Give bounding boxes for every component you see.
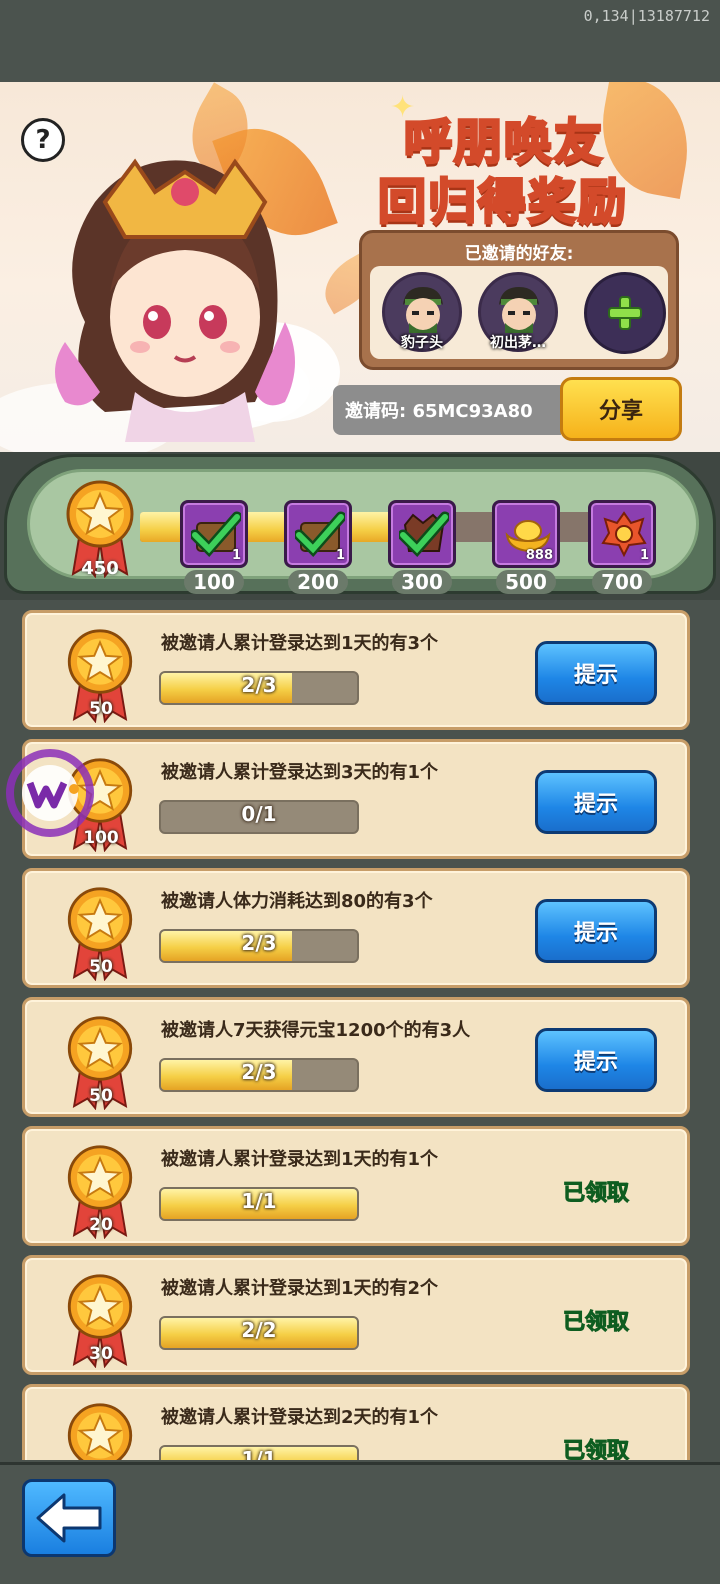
milestone-count: 1 bbox=[231, 548, 241, 563]
task-row: 被邀请人累计登录达到2天的有1个 1/1 已领取 bbox=[22, 1384, 690, 1460]
claimed-label: 已领取 bbox=[562, 1310, 629, 1336]
task-progress-text: 1/1 bbox=[241, 1447, 277, 1460]
task-progress-bar: 2/3 bbox=[159, 1058, 359, 1092]
milestone-points: 700 bbox=[592, 570, 652, 594]
task-points: 20 bbox=[89, 1215, 113, 1235]
invite-banner: ? ✦ 呼朋唤友 回归得奖励 已邀请的好友: 豹子头 初出茅… 邀请码: 65M… bbox=[0, 82, 720, 452]
task-progress-text: 2/3 bbox=[241, 931, 277, 955]
hint-button[interactable]: 提示 bbox=[535, 899, 657, 963]
milestone-chest[interactable] bbox=[388, 500, 456, 568]
task-progress-text: 2/3 bbox=[241, 673, 277, 697]
milestone-points: 100 bbox=[184, 570, 244, 594]
task-description: 被邀请人体力消耗达到80的有3个 bbox=[161, 891, 433, 912]
task-description: 被邀请人累计登录达到1天的有1个 bbox=[161, 1149, 439, 1170]
task-progress-bar: 2/3 bbox=[159, 671, 359, 705]
task-progress-bar: 2/3 bbox=[159, 929, 359, 963]
task-points: 50 bbox=[89, 1086, 113, 1106]
task-progress-text: 2/3 bbox=[241, 1060, 277, 1084]
friend-name: 豹子头 bbox=[401, 335, 443, 351]
friends-list: 豹子头 初出茅… bbox=[370, 266, 668, 359]
task-progress-bar: 0/1 bbox=[159, 800, 359, 834]
avatar-face-icon bbox=[499, 287, 539, 333]
task-row: 50 被邀请人累计登录达到1天的有3个 2/3 提示 bbox=[22, 610, 690, 730]
task-description: 被邀请人累计登录达到1天的有2个 bbox=[161, 1278, 439, 1299]
task-progress-bar: 2/2 bbox=[159, 1316, 359, 1350]
milestone-emblem[interactable]: 1 bbox=[588, 500, 656, 568]
coords-readout: 0,134|13187712 bbox=[583, 7, 710, 25]
share-button[interactable]: 分享 bbox=[560, 377, 682, 441]
claimed-label: 已领取 bbox=[562, 1181, 629, 1207]
back-arrow-icon bbox=[36, 1493, 102, 1543]
milestone-points: 300 bbox=[392, 570, 452, 594]
hero-portrait bbox=[55, 158, 295, 442]
task-progress-text: 0/1 bbox=[241, 802, 277, 826]
banner-title-line2: 回归得奖励 bbox=[376, 173, 629, 232]
task-progress-text: 2/2 bbox=[241, 1318, 277, 1342]
task-progress-bar: 1/1 bbox=[159, 1445, 359, 1460]
plus-icon bbox=[608, 296, 642, 330]
back-button[interactable] bbox=[22, 1479, 116, 1557]
milestone-chest[interactable]: 1 bbox=[180, 500, 248, 568]
points-medal-icon bbox=[67, 1403, 133, 1460]
task-progress-bar: 1/1 bbox=[159, 1187, 359, 1221]
task-row: 100 被邀请人累计登录达到3天的有1个 0/1 提示 bbox=[22, 739, 690, 859]
task-list: 50 被邀请人累计登录达到1天的有3个 2/3 提示 100 被邀请人累计登录达到3天的有… bbox=[0, 600, 720, 1460]
task-description: 被邀请人7天获得元宝1200个的有3人 bbox=[161, 1020, 471, 1041]
add-friend-button[interactable] bbox=[584, 272, 666, 354]
task-points: 50 bbox=[89, 699, 113, 719]
milestone-count: 1 bbox=[335, 548, 345, 563]
milestone-points: 200 bbox=[288, 570, 348, 594]
milestone-chest[interactable]: 1 bbox=[284, 500, 352, 568]
friends-title: 已邀请的好友: bbox=[464, 244, 574, 264]
task-row: 30 被邀请人累计登录达到1天的有2个 2/2 已领取 bbox=[22, 1255, 690, 1375]
task-points: 30 bbox=[89, 1344, 113, 1364]
milestone-points: 500 bbox=[496, 570, 556, 594]
task-row: 50 被邀请人体力消耗达到80的有3个 2/3 提示 bbox=[22, 868, 690, 988]
friend-name: 初出茅… bbox=[490, 335, 546, 351]
check-icon bbox=[399, 511, 449, 558]
milestone-count: 888 bbox=[525, 548, 553, 563]
claimed-label: 已领取 bbox=[562, 1439, 629, 1461]
milestone-count: 1 bbox=[639, 548, 649, 563]
task-row: 50 被邀请人7天获得元宝1200个的有3人 2/3 提示 bbox=[22, 997, 690, 1117]
status-bar: 0,134|13187712 bbox=[0, 0, 720, 82]
watermark-logo-icon bbox=[6, 749, 94, 837]
bottom-bar bbox=[0, 1462, 720, 1584]
avatar-face-icon bbox=[403, 287, 443, 333]
invited-friends-panel: 已邀请的好友: 豹子头 初出茅… bbox=[359, 230, 679, 370]
task-points: 50 bbox=[89, 957, 113, 977]
invite-code: 邀请码: 65MC93A80 bbox=[333, 385, 561, 435]
task-description: 被邀请人累计登录达到1天的有3个 bbox=[161, 633, 439, 654]
milestone-gold-ingot[interactable]: 888 bbox=[492, 500, 560, 568]
task-description: 被邀请人累计登录达到2天的有1个 bbox=[161, 1407, 439, 1428]
task-progress-text: 1/1 bbox=[241, 1189, 277, 1213]
hint-button[interactable]: 提示 bbox=[535, 1028, 657, 1092]
hint-button[interactable]: 提示 bbox=[535, 770, 657, 834]
hint-button[interactable]: 提示 bbox=[535, 641, 657, 705]
task-description: 被邀请人累计登录达到3天的有1个 bbox=[161, 762, 439, 783]
task-row: 20 被邀请人累计登录达到1天的有1个 1/1 已领取 bbox=[22, 1126, 690, 1246]
current-points: 450 bbox=[81, 558, 119, 579]
